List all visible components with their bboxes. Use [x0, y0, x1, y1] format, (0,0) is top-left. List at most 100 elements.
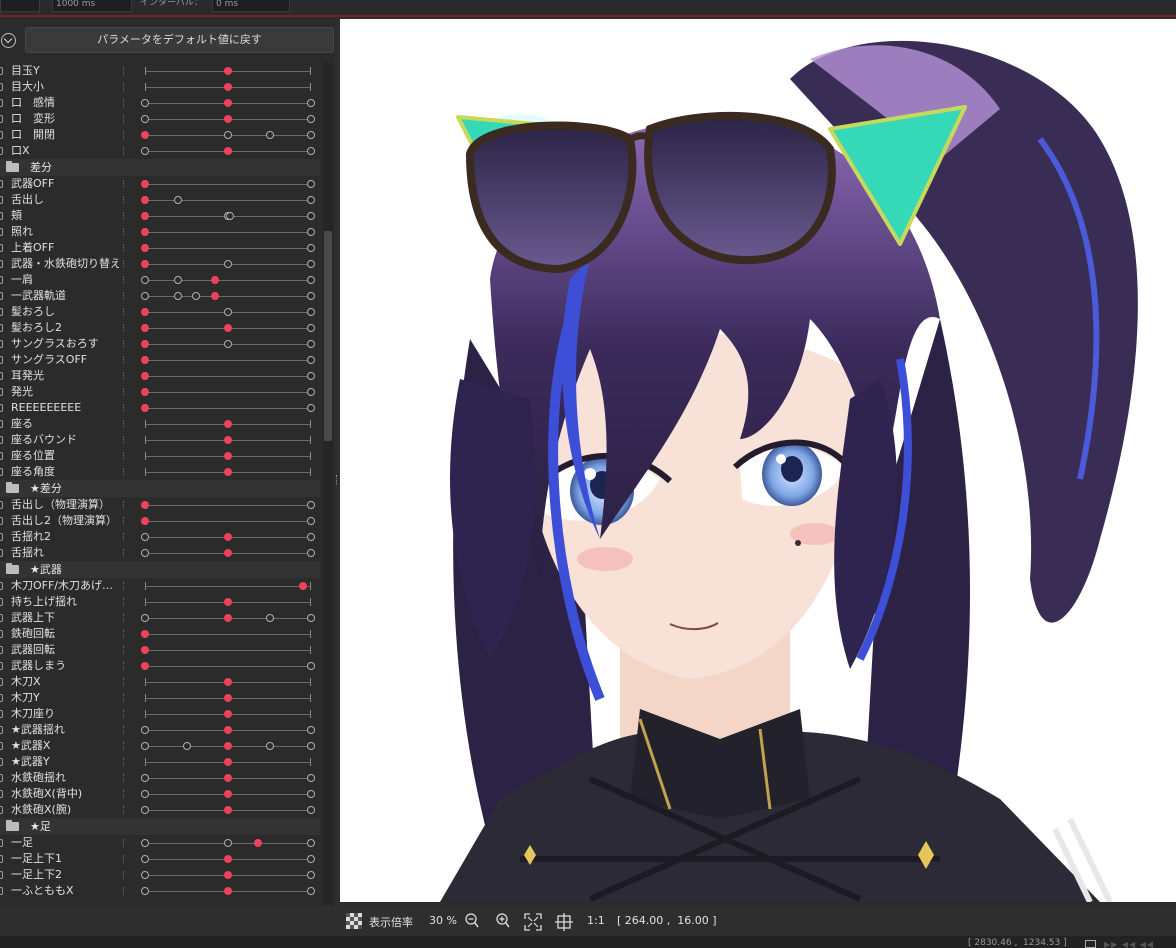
- parameter-row[interactable]: 頬: [0, 208, 320, 224]
- parameter-toggle[interactable]: [0, 742, 3, 750]
- slider-handle[interactable]: [224, 871, 232, 879]
- keyform-marker[interactable]: [307, 533, 315, 541]
- parameter-toggle[interactable]: [0, 308, 3, 316]
- parameter-toggle[interactable]: [0, 468, 3, 476]
- slider-handle[interactable]: [224, 99, 232, 107]
- slider-handle[interactable]: [141, 630, 149, 638]
- reset-parameters-button[interactable]: パラメータをデフォルト値に戻す: [25, 27, 334, 53]
- parameter-slider[interactable]: [141, 256, 315, 272]
- parameter-toggle[interactable]: [0, 758, 3, 766]
- slider-handle[interactable]: [224, 614, 232, 622]
- parameter-row[interactable]: 一ふとももX: [0, 883, 320, 899]
- parameter-row[interactable]: 目大小: [0, 79, 320, 95]
- keyform-marker[interactable]: [307, 147, 315, 155]
- parameter-slider[interactable]: [141, 802, 315, 818]
- parameter-row[interactable]: 一肩: [0, 272, 320, 288]
- parameter-row[interactable]: 木刀座り: [0, 706, 320, 722]
- keyform-marker[interactable]: [307, 501, 315, 509]
- keyform-marker[interactable]: [224, 131, 232, 139]
- slider-handle[interactable]: [224, 726, 232, 734]
- slider-handle[interactable]: [298, 582, 307, 590]
- parameter-toggle[interactable]: [0, 388, 3, 396]
- slider-handle[interactable]: [224, 549, 232, 557]
- keyform-marker[interactable]: [307, 196, 315, 204]
- parameter-toggle[interactable]: [0, 614, 3, 622]
- keyform-marker[interactable]: [141, 99, 149, 107]
- parameter-slider[interactable]: [141, 513, 315, 529]
- keyform-marker[interactable]: [307, 212, 315, 220]
- parameter-toggle[interactable]: [0, 662, 3, 670]
- parameter-slider[interactable]: [141, 304, 315, 320]
- slider-handle[interactable]: [224, 67, 232, 75]
- parameter-slider[interactable]: [141, 224, 315, 240]
- parameter-row[interactable]: 舌揺れ2: [0, 529, 320, 545]
- parameter-slider[interactable]: [141, 320, 315, 336]
- parameter-slider[interactable]: [141, 127, 315, 143]
- keyform-marker[interactable]: [307, 115, 315, 123]
- parameter-toggle[interactable]: [0, 260, 3, 268]
- keyform-marker[interactable]: [307, 887, 315, 895]
- keyform-marker[interactable]: [141, 839, 149, 847]
- parameter-toggle[interactable]: [0, 340, 3, 348]
- parameter-row[interactable]: 照れ: [0, 224, 320, 240]
- slider-handle[interactable]: [224, 533, 232, 541]
- slider-handle[interactable]: [141, 501, 149, 509]
- parameter-toggle[interactable]: [0, 774, 3, 782]
- parameter-row[interactable]: ★武器X: [0, 738, 320, 754]
- slider-handle[interactable]: [224, 855, 232, 863]
- parameter-toggle[interactable]: [0, 726, 3, 734]
- parameter-row[interactable]: 鉄砲回転: [0, 626, 320, 642]
- keyform-marker[interactable]: [141, 887, 149, 895]
- fit-screen-icon[interactable]: [524, 913, 542, 931]
- parameter-slider[interactable]: [141, 610, 315, 626]
- parameter-row[interactable]: 舌出し2（物理演算）: [0, 513, 320, 529]
- keyform-marker[interactable]: [307, 308, 315, 316]
- slider-handle[interactable]: [224, 790, 232, 798]
- parameter-toggle[interactable]: [0, 855, 3, 863]
- parameter-toggle[interactable]: [0, 790, 3, 798]
- parameter-slider[interactable]: [141, 642, 311, 658]
- parameter-row[interactable]: 口 感情: [0, 95, 320, 111]
- keyform-marker[interactable]: [225, 212, 234, 220]
- keyform-marker[interactable]: [307, 662, 315, 670]
- parameter-row[interactable]: 口 変形: [0, 111, 320, 127]
- parameter-row[interactable]: 武器上下: [0, 610, 320, 626]
- slider-handle[interactable]: [224, 115, 232, 123]
- slider-handle[interactable]: [224, 887, 232, 895]
- keyform-marker[interactable]: [182, 742, 191, 750]
- keyform-marker[interactable]: [265, 131, 274, 139]
- duration-field[interactable]: 1000 ms: [52, 0, 132, 12]
- slider-handle[interactable]: [224, 83, 232, 91]
- keyform-marker[interactable]: [307, 340, 315, 348]
- parameter-toggle[interactable]: [0, 436, 3, 444]
- parameter-toggle[interactable]: [0, 420, 3, 428]
- slider-handle[interactable]: [141, 308, 149, 316]
- keyform-marker[interactable]: [307, 276, 315, 284]
- parameter-toggle[interactable]: [0, 212, 3, 220]
- keyform-marker[interactable]: [141, 855, 149, 863]
- slider-handle[interactable]: [224, 147, 232, 155]
- zoom-in-icon[interactable]: [496, 913, 510, 929]
- keyform-marker[interactable]: [141, 790, 149, 798]
- slider-handle[interactable]: [141, 324, 149, 332]
- model-canvas[interactable]: [340, 19, 1176, 902]
- parameter-row[interactable]: 木刀X: [0, 674, 320, 690]
- parameter-toggle[interactable]: [0, 244, 3, 252]
- parameter-toggle[interactable]: [0, 871, 3, 879]
- parameter-scrollbar[interactable]: [323, 63, 333, 906]
- slider-handle[interactable]: [141, 260, 149, 268]
- parameter-slider[interactable]: [141, 400, 315, 416]
- parameter-row[interactable]: 座る角度: [0, 464, 320, 480]
- slider-handle[interactable]: [141, 212, 149, 220]
- keyform-marker[interactable]: [192, 292, 201, 300]
- parameter-toggle[interactable]: [0, 324, 3, 332]
- slider-handle[interactable]: [141, 196, 149, 204]
- parameter-row[interactable]: 座るバウンド: [0, 432, 320, 448]
- keyform-marker[interactable]: [141, 533, 149, 541]
- parameter-row[interactable]: 武器しまう: [0, 658, 320, 674]
- parameter-slider[interactable]: [145, 706, 311, 722]
- parameter-row[interactable]: 木刀Y: [0, 690, 320, 706]
- slider-handle[interactable]: [224, 710, 232, 718]
- checker-icon[interactable]: [346, 913, 362, 929]
- parameter-toggle[interactable]: [0, 806, 3, 814]
